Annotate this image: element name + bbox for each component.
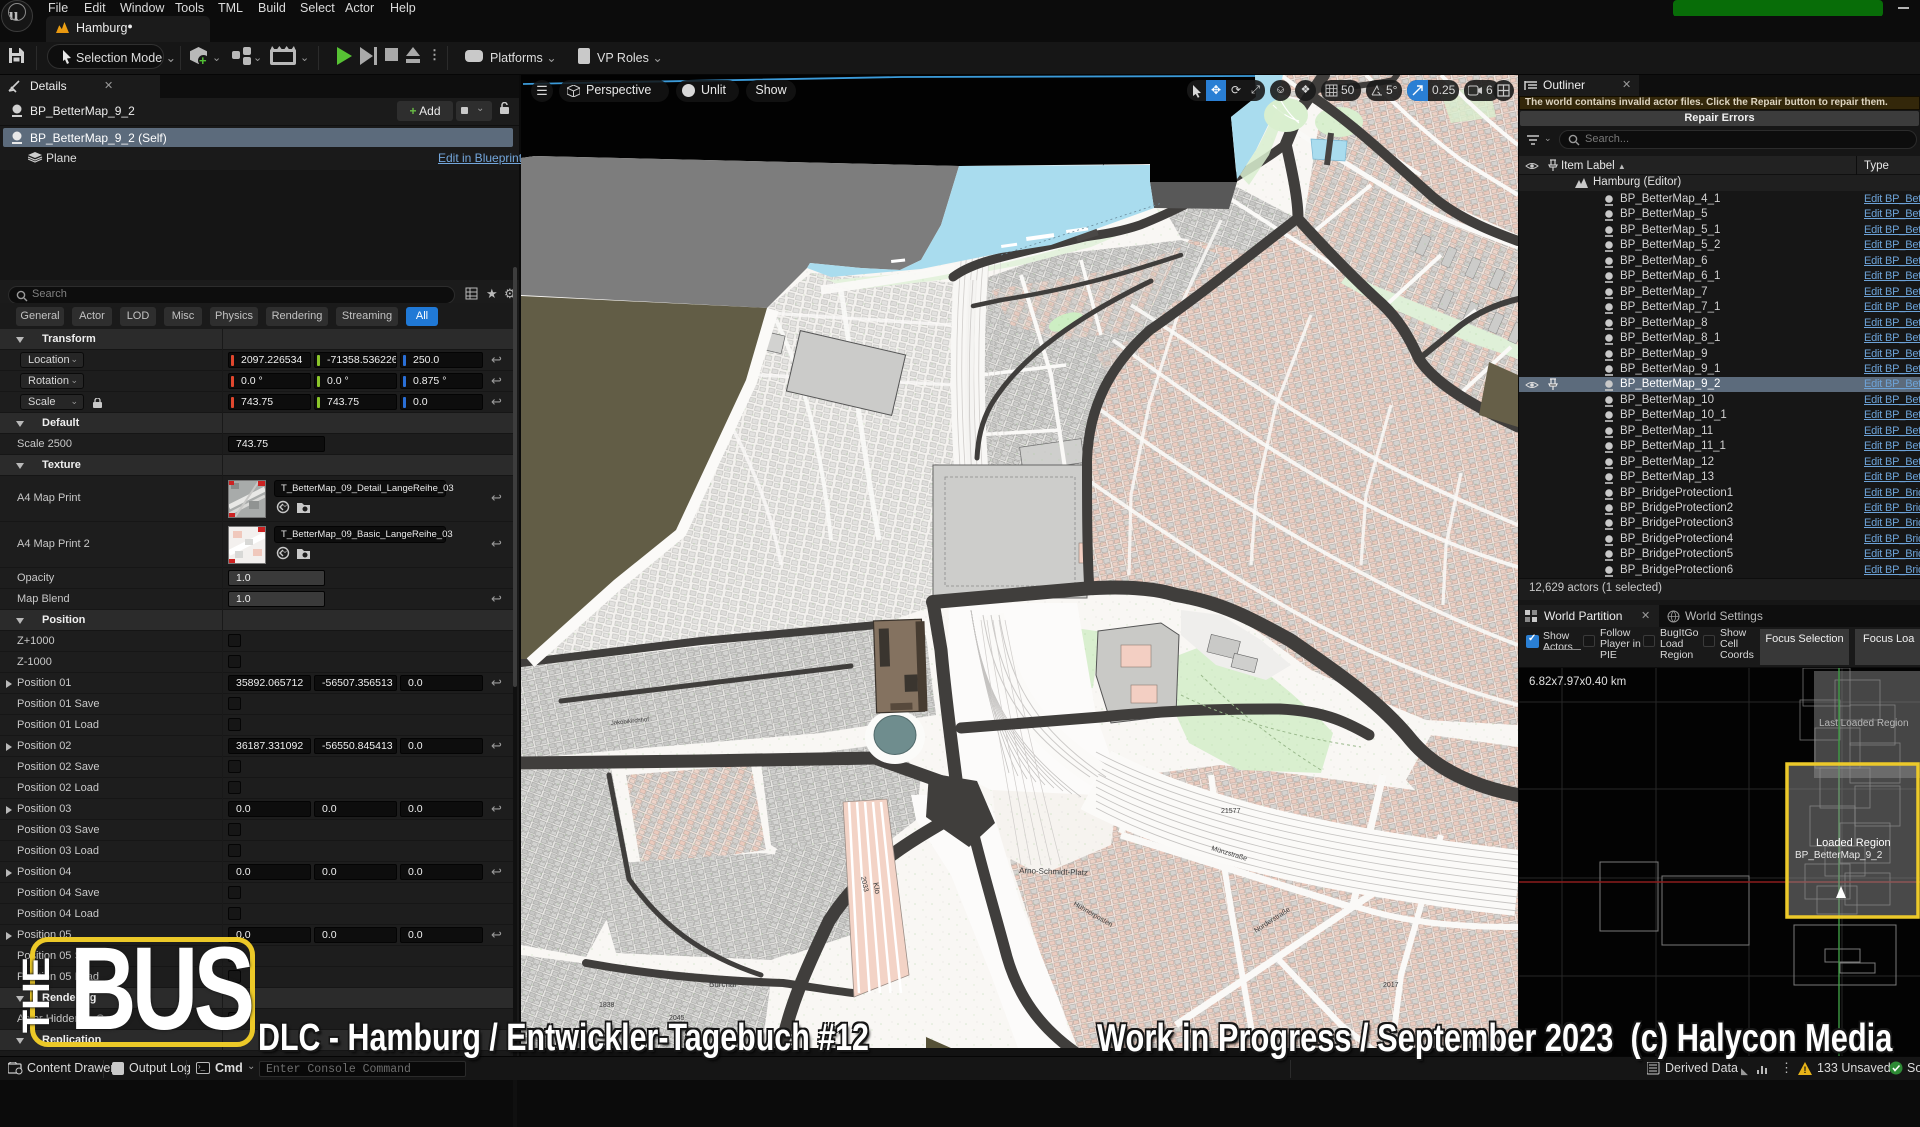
svg-text:BP_BetterMap_9_2: BP_BetterMap_9_2: [1795, 850, 1883, 861]
svg-text:21577: 21577: [1221, 808, 1241, 815]
svg-text:2017: 2017: [1383, 982, 1399, 989]
svg-text:1838: 1838: [599, 1002, 615, 1009]
svg-text:Burchar: Burchar: [709, 980, 737, 989]
svg-text:!: !: [1804, 1065, 1807, 1075]
svg-text:Loaded Region: Loaded Region: [1816, 837, 1891, 849]
